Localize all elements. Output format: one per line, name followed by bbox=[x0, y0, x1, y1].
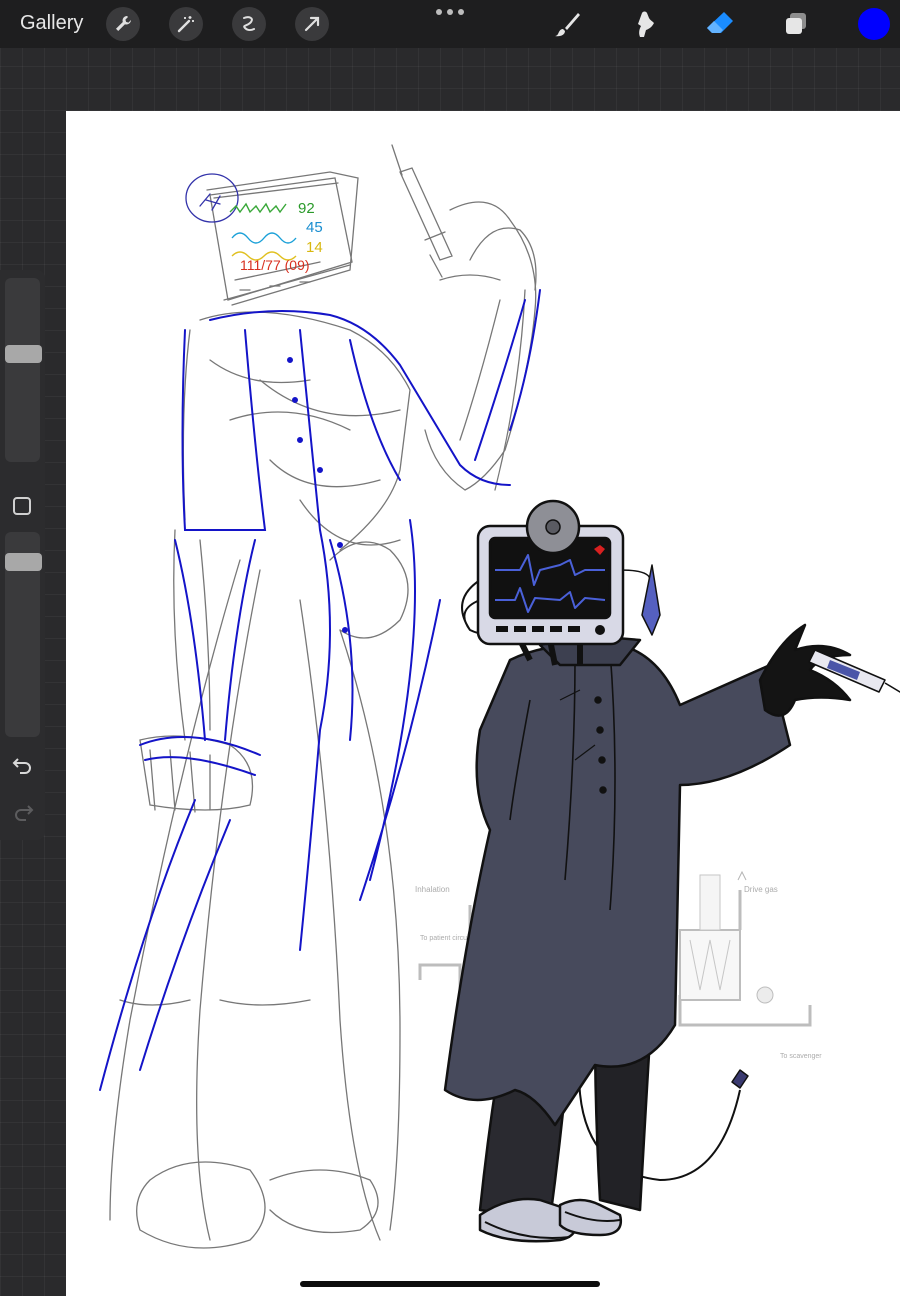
opacity-thumb[interactable] bbox=[5, 553, 42, 571]
transform-icon[interactable] bbox=[295, 7, 329, 41]
drawing-canvas[interactable]: 92 45 14 111/77 (09) Inhalation To patie… bbox=[66, 111, 900, 1296]
brush-size-thumb[interactable] bbox=[5, 345, 42, 363]
eraser-icon[interactable] bbox=[702, 6, 738, 42]
selection-icon[interactable] bbox=[232, 7, 266, 41]
sketch-monitor-screen: 92 45 14 111/77 (09) bbox=[229, 200, 323, 273]
sketch-value-resp: 14 bbox=[306, 239, 323, 256]
brush-size-slider[interactable] bbox=[5, 278, 40, 462]
diagram-label-drive-gas: Drive gas bbox=[744, 885, 778, 894]
sketch-bp-reading: 111/77 (09) bbox=[240, 257, 310, 273]
diagram-label-scavenger: To scavenger bbox=[780, 1053, 822, 1060]
character bbox=[443, 499, 900, 1243]
undo-icon[interactable] bbox=[10, 752, 36, 778]
smudge-icon[interactable] bbox=[625, 6, 661, 42]
top-toolbar: Gallery bbox=[0, 0, 900, 48]
diagram-label-inhalation: Inhalation bbox=[415, 885, 450, 894]
magic-wand-icon[interactable] bbox=[169, 7, 203, 41]
color-picker-swatch[interactable] bbox=[858, 8, 890, 40]
gallery-button[interactable]: Gallery bbox=[20, 12, 83, 35]
redo-icon[interactable] bbox=[10, 799, 36, 825]
diagram-label-patient-circuit: To patient circuit bbox=[420, 935, 471, 942]
wrench-icon[interactable] bbox=[106, 7, 140, 41]
layers-icon[interactable] bbox=[778, 6, 814, 42]
modify-button[interactable] bbox=[13, 497, 31, 515]
home-indicator[interactable] bbox=[300, 1281, 600, 1287]
artwork: 92 45 14 111/77 (09) Inhalation To patie… bbox=[99, 144, 900, 1249]
left-sidebar bbox=[0, 270, 45, 840]
more-options-icon[interactable] bbox=[436, 6, 464, 18]
sketch-value-hr: 92 bbox=[298, 200, 315, 217]
brush-icon[interactable] bbox=[550, 6, 586, 42]
sketch-value-spo2: 45 bbox=[306, 219, 323, 236]
